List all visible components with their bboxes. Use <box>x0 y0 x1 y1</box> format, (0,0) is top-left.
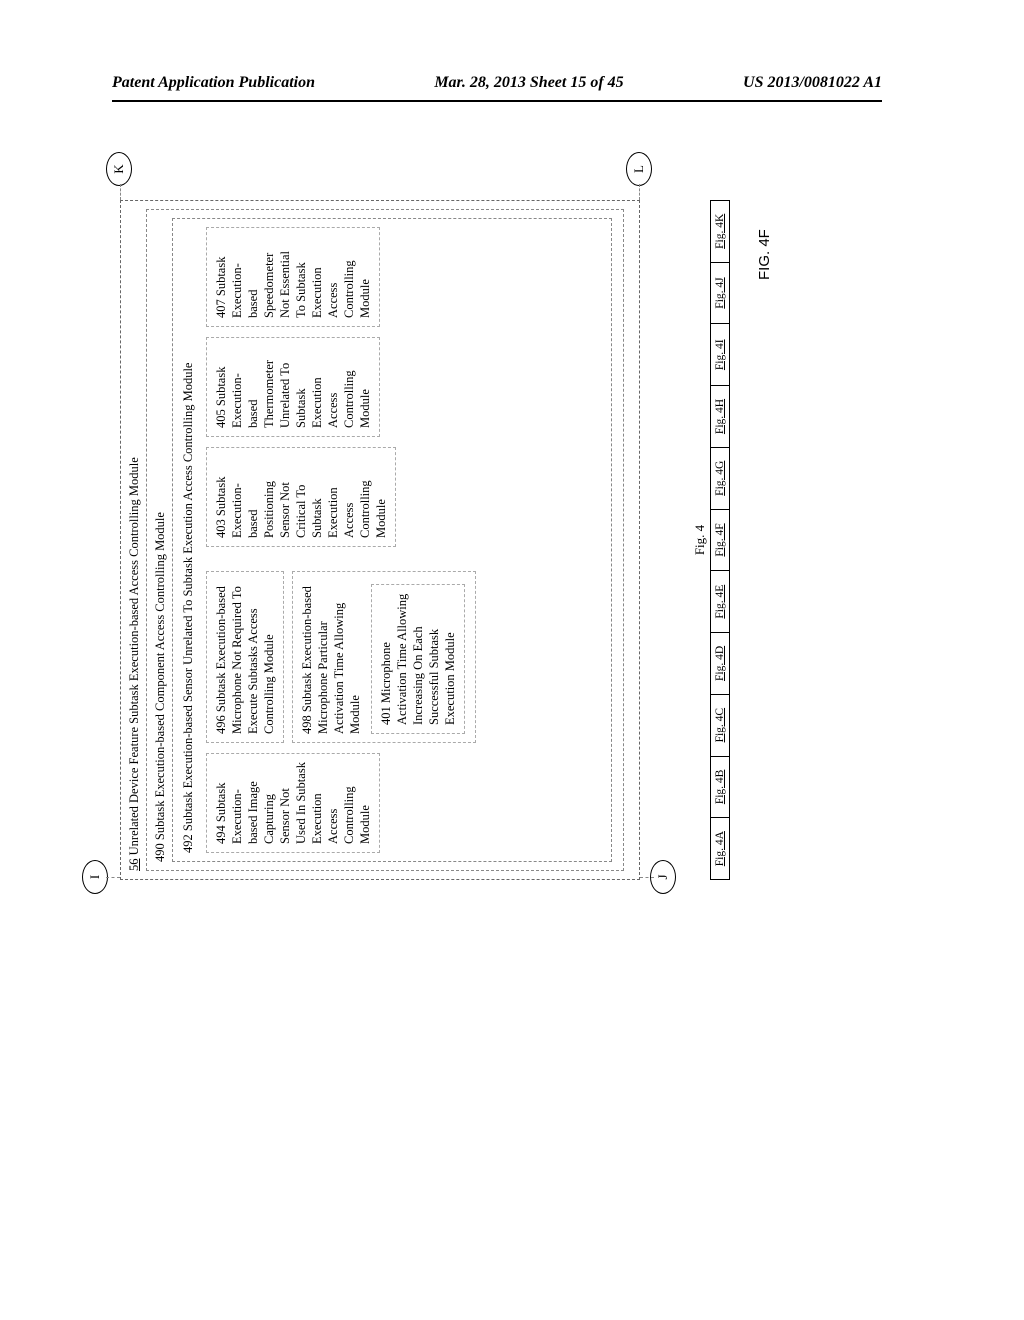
module-494: 494 Subtask Execution-based Image Captur… <box>206 753 380 853</box>
connector-i: I <box>82 860 108 894</box>
module-row: 494 Subtask Execution-based Image Captur… <box>206 227 476 853</box>
figure-key-strip: Fig. 4A Fig. 4B Fig. 4C Fig. 4D Fig. 4E … <box>710 200 730 880</box>
module-490: 490 Subtask Execution-based Component Ac… <box>146 209 624 871</box>
figure-key-label: Fig. 4 <box>692 200 708 880</box>
module-401: 401 Microphone Activation Time Allowing … <box>371 584 465 734</box>
connector-l: L <box>626 152 652 186</box>
module-496: 496 Subtask Execution-based Microphone N… <box>206 571 284 743</box>
fig-4a: Fig. 4A <box>711 817 729 879</box>
dash-i <box>106 877 120 878</box>
connector-k: K <box>106 152 132 186</box>
page-header: Patent Application Publication Mar. 28, … <box>112 74 882 92</box>
module-492-title: 492 Subtask Execution-based Sensor Unrel… <box>181 227 196 853</box>
fig-4f: Fig. 4F <box>711 509 729 571</box>
fig-4g: Fig. 4G <box>711 447 729 509</box>
header-right: US 2013/0081022 A1 <box>743 74 882 92</box>
module-498-title: 498 Subtask Execution-based Microphone P… <box>299 580 363 734</box>
module-496-col: 496 Subtask Execution-based Microphone N… <box>206 557 476 743</box>
fig-4b: Fig. 4B <box>711 756 729 818</box>
module-492: 492 Subtask Execution-based Sensor Unrel… <box>172 218 612 862</box>
diagram: I J K L 56 Unrelated Device Feature Subt… <box>120 180 860 880</box>
module-56: 56 Unrelated Device Feature Subtask Exec… <box>120 200 640 880</box>
module-405: 405 Subtask Execution-based Thermometer … <box>206 337 380 437</box>
module-490-title: 490 Subtask Execution-based Component Ac… <box>153 218 168 862</box>
fig-4h: Fig. 4H <box>711 385 729 447</box>
fig-4d: Fig. 4D <box>711 632 729 694</box>
fig-4e: Fig. 4E <box>711 570 729 632</box>
module-403: 403 Subtask Execution-based Positioning … <box>206 447 396 547</box>
dash-l <box>639 184 640 200</box>
figure-key: Fig. 4 Fig. 4A Fig. 4B Fig. 4C Fig. 4D F… <box>692 200 730 880</box>
fig-4i: Fig. 4I <box>711 323 729 385</box>
dash-j <box>640 877 654 878</box>
dash-k <box>120 184 121 200</box>
module-56-title: 56 Unrelated Device Feature Subtask Exec… <box>127 209 142 871</box>
module-498: 498 Subtask Execution-based Microphone P… <box>292 571 476 743</box>
fig-4c: Fig. 4C <box>711 694 729 756</box>
page: Patent Application Publication Mar. 28, … <box>0 0 1024 1320</box>
figure-caption: FIG. 4F <box>756 229 773 280</box>
fig-4k: Fig. 4K <box>711 201 729 262</box>
fig-4j: Fig. 4J <box>711 262 729 324</box>
header-rule <box>112 100 882 102</box>
header-left: Patent Application Publication <box>112 74 315 92</box>
module-407: 407 Subtask Execution-based Speedometer … <box>206 227 380 327</box>
header-center: Mar. 28, 2013 Sheet 15 of 45 <box>434 74 623 92</box>
